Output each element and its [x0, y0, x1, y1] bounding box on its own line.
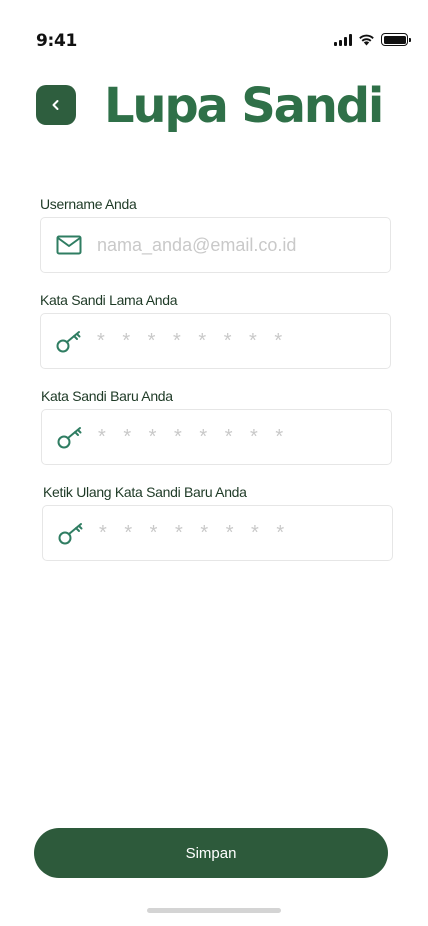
cellular-signal-icon: [334, 33, 352, 46]
confirm-password-field: [42, 505, 393, 561]
home-indicator: [147, 908, 281, 913]
old-password-input[interactable]: [97, 330, 377, 352]
new-password-input[interactable]: [98, 426, 378, 448]
page-title: Lupa Sandi: [104, 78, 384, 134]
old-password-label: Kata Sandi Lama Anda: [40, 292, 178, 308]
status-icons: [334, 33, 411, 46]
username-field: [40, 217, 391, 273]
save-button[interactable]: Simpan: [34, 828, 388, 878]
status-bar: 9:41: [0, 0, 428, 64]
key-icon: [57, 519, 85, 547]
status-time: 9:41: [36, 31, 78, 51]
confirm-password-input[interactable]: [99, 522, 379, 544]
new-password-label: Kata Sandi Baru Anda: [41, 388, 173, 404]
back-button[interactable]: [36, 85, 76, 125]
old-password-field: [40, 313, 391, 369]
username-label: Username Anda: [40, 196, 137, 212]
key-icon: [55, 327, 83, 355]
chevron-left-icon: [52, 100, 59, 110]
wifi-icon: [359, 34, 374, 46]
mail-icon: [55, 231, 83, 259]
username-input[interactable]: [97, 234, 377, 256]
confirm-password-label: Ketik Ulang Kata Sandi Baru Anda: [43, 484, 247, 500]
battery-icon: [381, 33, 411, 46]
new-password-field: [41, 409, 392, 465]
key-icon: [56, 423, 84, 451]
